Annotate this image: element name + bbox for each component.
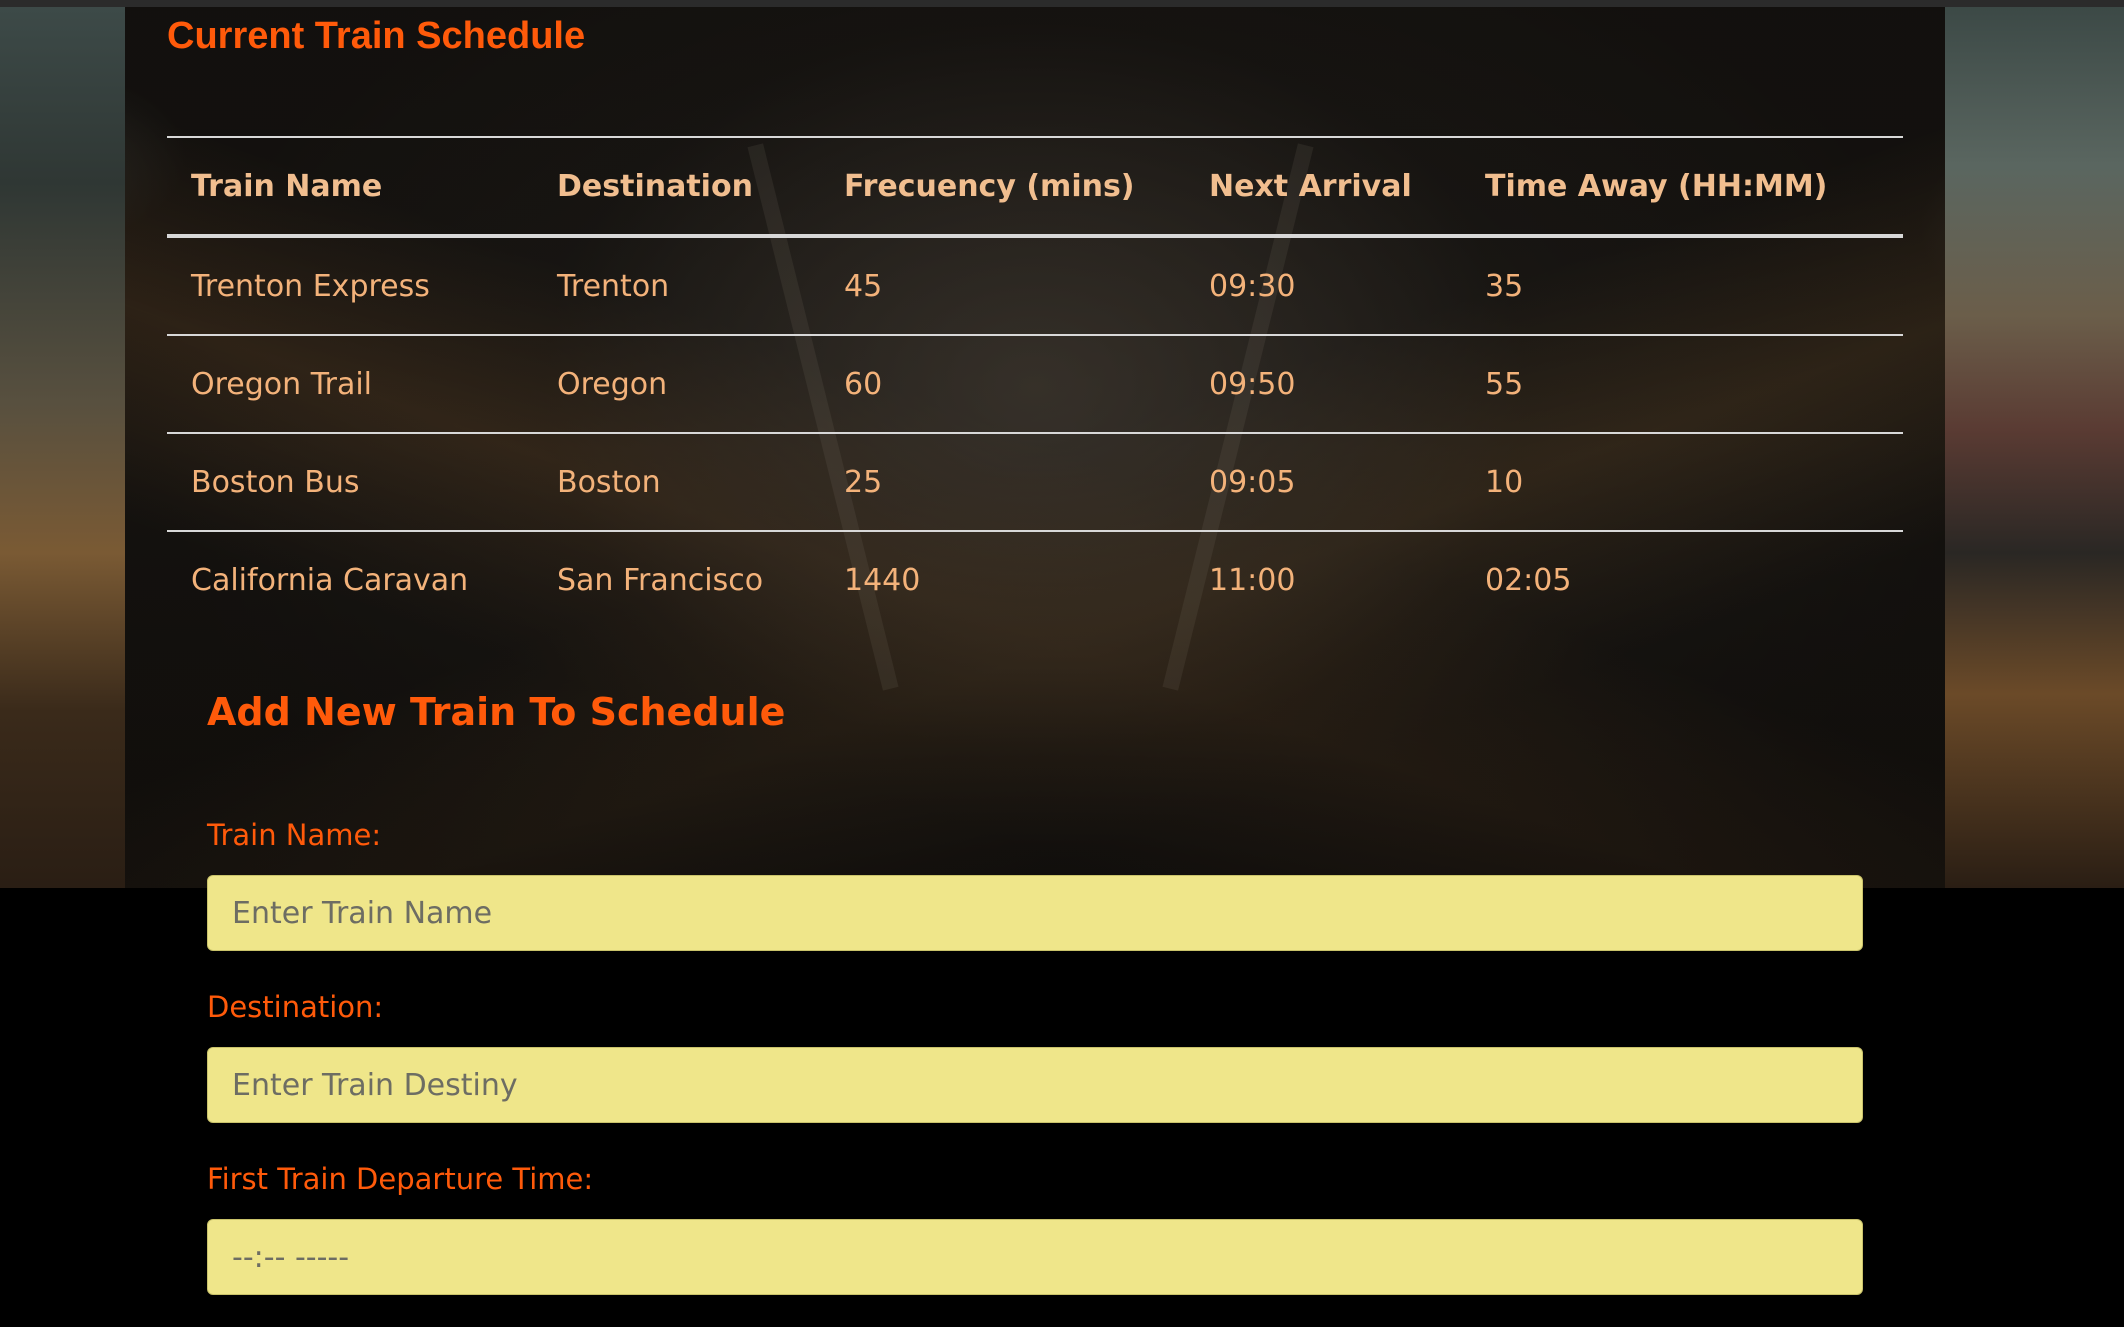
table-row: Boston Bus Boston 25 09:05 10: [167, 433, 1903, 531]
cell-train-name: Boston Bus: [191, 464, 360, 500]
first-departure-time-input[interactable]: --:-- -----: [207, 1219, 1863, 1295]
destination-label: Destination:: [207, 990, 384, 1024]
header-frequency: Frecuency (mins): [844, 168, 1135, 204]
cell-next-arrival: 11:00: [1209, 562, 1296, 598]
cell-train-name: California Caravan: [191, 562, 469, 598]
cell-time-away: 35: [1485, 268, 1524, 304]
browser-top-bar: [0, 0, 2124, 7]
cell-next-arrival: 09:30: [1209, 268, 1296, 304]
header-destination: Destination: [557, 168, 753, 204]
table-row: Trenton Express Trenton 45 09:30 35: [167, 236, 1903, 335]
background-right-edge: [1945, 7, 2124, 888]
cell-train-name: Oregon Trail: [191, 366, 372, 402]
cell-next-arrival: 09:50: [1209, 366, 1296, 402]
cell-frequency: 45: [844, 268, 883, 304]
cell-frequency: 60: [844, 366, 883, 402]
train-name-input[interactable]: [207, 875, 1863, 951]
cell-frequency: 25: [844, 464, 883, 500]
cell-time-away: 55: [1485, 366, 1524, 402]
cell-destination: Boston: [557, 464, 661, 500]
cell-destination: San Francisco: [557, 562, 764, 598]
time-input-value: --:-- -----: [232, 1240, 350, 1275]
cell-destination: Trenton: [557, 268, 670, 304]
cell-destination: Oregon: [557, 366, 668, 402]
add-train-form-title: Add New Train To Schedule: [207, 690, 786, 734]
first-departure-time-label: First Train Departure Time:: [207, 1162, 594, 1196]
schedule-title: Current Train Schedule: [167, 15, 586, 57]
cell-train-name: Trenton Express: [191, 268, 430, 304]
header-time-away: Time Away (HH:MM): [1485, 168, 1828, 204]
header-next-arrival: Next Arrival: [1209, 168, 1412, 204]
train-name-label: Train Name:: [207, 818, 382, 852]
table-header-row: Train Name Destination Frecuency (mins) …: [167, 137, 1903, 236]
cell-time-away: 02:05: [1485, 562, 1572, 598]
background-left-edge: [0, 7, 125, 888]
cell-frequency: 1440: [844, 562, 921, 598]
table-row: California Caravan San Francisco 1440 11…: [167, 531, 1903, 628]
page: Current Train Schedule Train Name Destin…: [0, 0, 2124, 1327]
table-row: Oregon Trail Oregon 60 09:50 55: [167, 335, 1903, 433]
header-train-name: Train Name: [191, 168, 383, 204]
destination-input[interactable]: [207, 1047, 1863, 1123]
cell-time-away: 10: [1485, 464, 1524, 500]
schedule-table: Train Name Destination Frecuency (mins) …: [167, 136, 1903, 628]
cell-next-arrival: 09:05: [1209, 464, 1296, 500]
